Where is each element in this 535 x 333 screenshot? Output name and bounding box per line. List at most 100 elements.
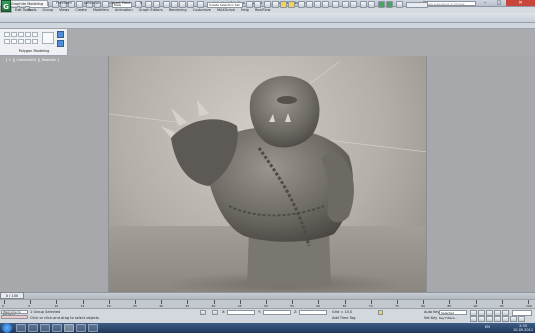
vertex-mode-icon[interactable] (11, 32, 17, 37)
edit-poly-icon[interactable] (42, 32, 54, 44)
ribbon-options-icon[interactable]: ▾ (138, 0, 144, 6)
maximize-button[interactable]: □ (492, 0, 506, 6)
close-button[interactable]: ✕ (506, 0, 535, 6)
constraint-icon[interactable] (57, 31, 64, 38)
activeshade-icon[interactable] (342, 1, 349, 8)
auto-key-button[interactable]: Auto Key (424, 310, 440, 314)
tab-selection[interactable]: Selection (80, 0, 104, 6)
layer-manager-icon[interactable] (264, 1, 271, 8)
preserve-uvs-icon[interactable] (11, 39, 17, 44)
plugin-a-icon[interactable] (396, 1, 403, 8)
tab-graphite-modeling[interactable]: Graphite Modeling Tools (6, 0, 48, 12)
keyboard-shortcut-icon[interactable] (153, 1, 160, 8)
teapot-render-icon[interactable] (360, 1, 367, 8)
tab-object-paint[interactable]: Object Paint (106, 0, 134, 6)
menu-maxscript[interactable]: MAXScript (217, 8, 235, 12)
zoom-icon[interactable] (470, 316, 477, 322)
z-coordinate-field[interactable] (299, 310, 327, 315)
modify-mode-icon[interactable] (4, 39, 10, 44)
render-viewport-image (108, 56, 427, 293)
angle-snap-icon[interactable] (171, 1, 178, 8)
browser-task-icon[interactable] (28, 324, 38, 332)
render-production-icon[interactable] (322, 1, 329, 8)
time-slider-handle[interactable]: 0 / 100 (0, 292, 24, 299)
time-slider[interactable] (0, 292, 535, 299)
search-input[interactable]: Type a keyword or phrase (423, 1, 476, 6)
language-indicator[interactable]: EN (485, 325, 490, 329)
material-editor-icon[interactable] (298, 1, 305, 8)
collapse-stack-icon[interactable] (18, 39, 24, 44)
realflow-icon[interactable] (378, 1, 385, 8)
zoom-extents-icon[interactable] (486, 316, 493, 322)
maxscript-output[interactable] (1, 315, 28, 319)
key-mode-dropdown[interactable]: Selected (439, 310, 467, 315)
menu-graph-editors[interactable]: Graph Editors (139, 8, 163, 12)
pan-icon[interactable] (502, 316, 509, 322)
y-coordinate-field[interactable] (263, 310, 291, 315)
select-manipulate-icon[interactable] (145, 1, 152, 8)
prompt-line: Click or click-and-drag to select object… (30, 316, 99, 320)
render-iterative-icon[interactable] (332, 1, 339, 8)
mirror-icon[interactable] (246, 1, 253, 8)
edit-named-sets-icon[interactable] (197, 1, 204, 8)
menu-animation[interactable]: Animation (115, 8, 133, 12)
menu-rendering[interactable]: Rendering (169, 8, 187, 12)
system-clock[interactable]: 2:33 10.05.2011 (513, 324, 533, 332)
orbit-icon[interactable] (510, 316, 517, 322)
menu-views[interactable]: Views (59, 8, 69, 12)
zoom-all-icon[interactable] (478, 316, 485, 322)
named-selection-dropdown[interactable]: Create Selection Set (207, 2, 243, 8)
start-button[interactable] (2, 323, 12, 333)
realflow-export-icon[interactable] (386, 1, 393, 8)
render-setup-icon[interactable] (306, 1, 313, 8)
rendered-frame-window-icon[interactable] (314, 1, 321, 8)
set-key-button[interactable]: Set Key (424, 316, 437, 320)
minimize-button[interactable]: – (478, 0, 492, 6)
lock-selection-icon[interactable] (200, 310, 206, 315)
graphite-toggle-icon[interactable] (272, 1, 279, 8)
timeline-tick (30, 300, 32, 304)
menu-group[interactable]: Group (42, 8, 53, 12)
menu-modifiers[interactable]: Modifiers (93, 8, 109, 12)
viewport-label[interactable]: [ + ][ Camera001 ][ Realistic ] (6, 58, 59, 62)
absolute-mode-icon[interactable] (212, 310, 218, 315)
snap-toggle-icon[interactable] (163, 1, 170, 8)
maxscript-listener[interactable]: Welcome to MAXScri (1, 310, 28, 317)
percent-snap-icon[interactable] (179, 1, 186, 8)
menu-customize[interactable]: Customize (193, 8, 211, 12)
maximize-viewport-icon[interactable] (518, 316, 525, 322)
schematic-view-icon[interactable] (288, 1, 295, 8)
y-label: Y: (258, 310, 261, 314)
plugin-dropdown[interactable] (406, 2, 428, 8)
app-task-icon[interactable] (88, 324, 98, 332)
explorer-task-icon[interactable] (16, 324, 26, 332)
curve-editor-icon[interactable] (280, 1, 287, 8)
render-region-icon[interactable] (368, 1, 375, 8)
x-label: X: (222, 310, 226, 314)
border-mode-icon[interactable] (25, 32, 31, 37)
key-icon[interactable] (378, 310, 383, 315)
use-displace-icon[interactable] (32, 39, 38, 44)
3dsmax-task-icon[interactable] (64, 324, 74, 332)
isolate-icon[interactable] (57, 40, 64, 47)
edge-mode-icon[interactable] (18, 32, 24, 37)
menu-help[interactable]: Help (241, 8, 249, 12)
environment-icon[interactable] (350, 1, 357, 8)
show-end-result-icon[interactable] (25, 39, 31, 44)
polygon-mode-icon[interactable] (4, 32, 10, 37)
media-task-icon[interactable] (40, 324, 50, 332)
menu-edit[interactable]: Edit (15, 8, 22, 12)
menu-realflow[interactable]: RealFlow (255, 8, 271, 12)
add-time-tag[interactable]: Add Time Tag (332, 316, 356, 320)
align-icon[interactable] (254, 1, 261, 8)
tab-freeform[interactable]: Freeform (52, 0, 76, 6)
folder-task-icon[interactable] (52, 324, 62, 332)
field-of-view-icon[interactable] (494, 316, 501, 322)
key-filters-button[interactable]: Key Filters... (439, 316, 467, 321)
photoshop-task-icon[interactable] (76, 324, 86, 332)
x-coordinate-field[interactable] (227, 310, 255, 315)
element-mode-icon[interactable] (32, 32, 38, 37)
menu-create[interactable]: Create (75, 8, 87, 12)
spinner-snap-icon[interactable] (187, 1, 194, 8)
app-logo-button[interactable]: G (1, 0, 11, 12)
